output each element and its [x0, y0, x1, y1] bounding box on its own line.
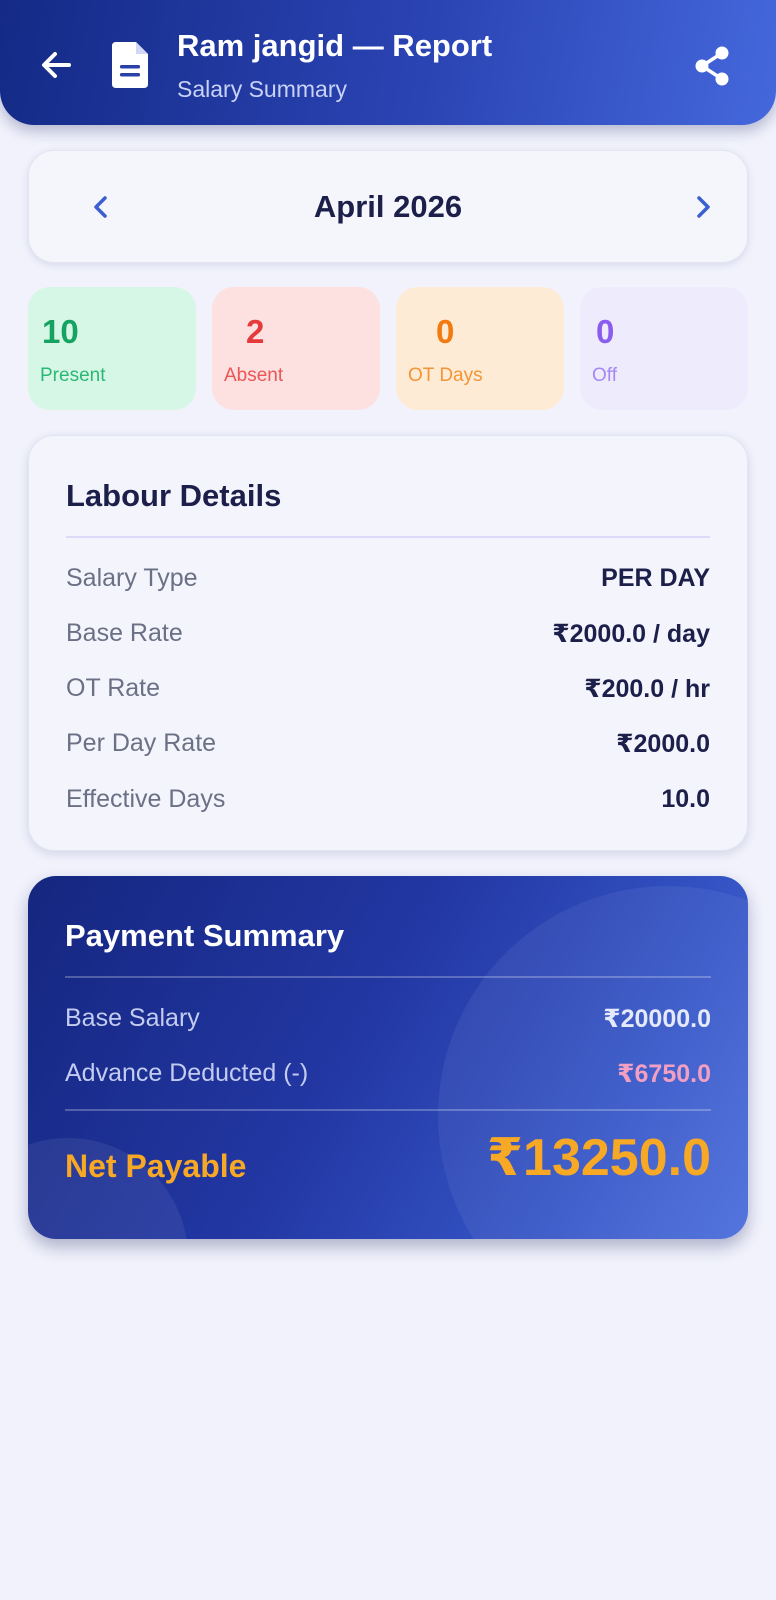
detail-value: ₹2000.0 / day: [552, 620, 710, 648]
share-button[interactable]: [692, 44, 732, 88]
share-icon: [695, 46, 729, 86]
base-salary-value: ₹20000.0: [603, 1005, 711, 1033]
stat-ot-days-value: 0: [436, 313, 455, 350]
chevron-right-icon: [697, 196, 710, 218]
detail-value: ₹2000.0: [616, 730, 710, 758]
detail-row-per-day-rate: Per Day Rate ₹2000.0: [66, 729, 710, 759]
month-label: April 2026: [313, 189, 463, 224]
next-month-button[interactable]: [683, 187, 723, 227]
app-header: Ram jangid — Report Salary Summary: [0, 0, 776, 125]
divider: [65, 976, 711, 978]
advance-deducted-value: ₹6750.0: [617, 1060, 711, 1088]
payment-summary-card: Payment Summary Base Salary ₹20000.0 Adv…: [28, 876, 748, 1239]
detail-row-effective-days: Effective Days 10.0: [66, 785, 710, 815]
detail-value: ₹200.0 / hr: [584, 675, 710, 703]
stat-present-value: 10: [42, 313, 79, 350]
stat-off: 0 Off: [580, 287, 748, 410]
stat-absent: 2 Absent: [212, 287, 380, 410]
stat-off-label: Off: [592, 365, 617, 386]
divider: [66, 536, 710, 538]
back-button[interactable]: [36, 45, 76, 85]
net-payable-value: ₹13250.0: [486, 1129, 711, 1187]
detail-key: OT Rate: [66, 674, 161, 702]
stat-present: 10 Present: [28, 287, 196, 410]
stat-ot-days: 0 OT Days: [396, 287, 564, 410]
base-salary-label: Base Salary: [65, 1004, 200, 1032]
page-subtitle: Salary Summary: [177, 76, 347, 102]
month-selector: April 2026: [28, 150, 748, 263]
document-icon: [110, 40, 150, 90]
page-title: Ram jangid — Report: [177, 28, 493, 63]
detail-key: Effective Days: [66, 785, 226, 813]
detail-key: Salary Type: [66, 564, 198, 592]
base-salary-row: Base Salary ₹20000.0: [65, 1004, 711, 1034]
detail-row-base-rate: Base Rate ₹2000.0 / day: [66, 619, 710, 649]
stat-off-value: 0: [596, 313, 615, 350]
stat-ot-days-label: OT Days: [408, 365, 483, 386]
divider: [65, 1109, 711, 1111]
stat-present-label: Present: [40, 365, 106, 386]
advance-deducted-label: Advance Deducted (-): [65, 1059, 309, 1087]
payment-summary-title: Payment Summary: [65, 918, 345, 953]
detail-key: Per Day Rate: [66, 729, 217, 757]
detail-row-ot-rate: OT Rate ₹200.0 / hr: [66, 674, 710, 704]
detail-value: 10.0: [661, 785, 710, 813]
detail-row-salary-type: Salary Type PER DAY: [66, 564, 710, 594]
arrow-left-icon: [42, 52, 71, 78]
labour-details-card: Labour Details Salary Type PER DAY Base …: [28, 435, 748, 851]
advance-deducted-row: Advance Deducted (-) ₹6750.0: [65, 1059, 711, 1089]
labour-details-title: Labour Details: [66, 478, 282, 513]
stat-absent-value: 2: [246, 313, 265, 350]
stat-absent-label: Absent: [224, 365, 284, 386]
detail-value: PER DAY: [601, 564, 710, 592]
detail-key: Base Rate: [66, 619, 183, 647]
app-screen: Ram jangid — Report Salary Summary April…: [0, 0, 776, 1600]
net-payable-label: Net Payable: [65, 1148, 247, 1184]
